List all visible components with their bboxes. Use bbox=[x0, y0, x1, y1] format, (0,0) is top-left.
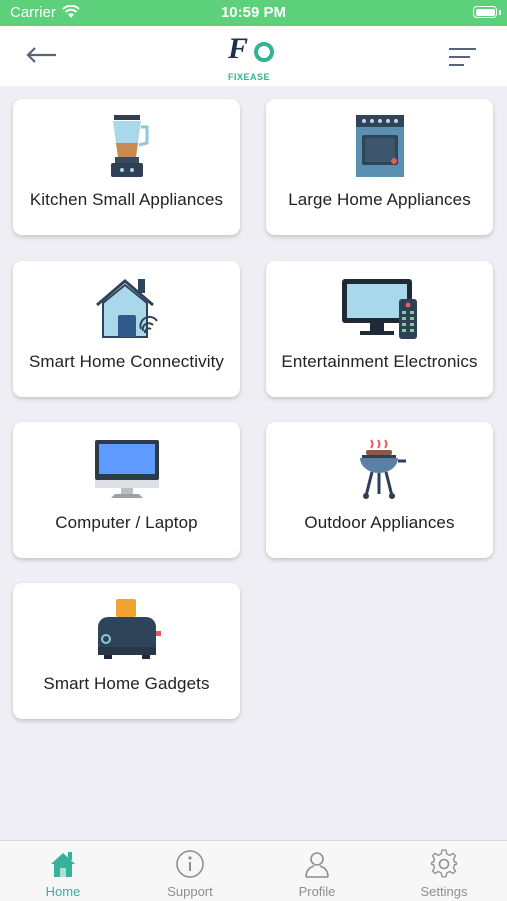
category-label: Smart Home Gadgets bbox=[43, 674, 210, 693]
app-logo: F FIXEASE bbox=[224, 32, 284, 82]
status-time: 10:59 PM bbox=[220, 4, 287, 21]
tab-settings[interactable]: Settings bbox=[381, 841, 507, 901]
category-label: Entertainment Electronics bbox=[281, 352, 478, 371]
nav-bar: F FIXEASE bbox=[0, 26, 507, 86]
status-bar: Carrier 10:59 PM bbox=[0, 0, 507, 26]
category-label: Outdoor Appliances bbox=[304, 513, 455, 532]
oven-icon bbox=[266, 113, 493, 179]
category-card-smart-home-gadgets[interactable]: Smart Home Gadgets bbox=[13, 583, 240, 719]
tv-remote-icon bbox=[266, 275, 493, 341]
logo-wordmark: FIXEASE bbox=[228, 72, 271, 82]
back-arrow-icon[interactable] bbox=[22, 40, 62, 70]
tab-label: Support bbox=[167, 884, 213, 899]
toaster-icon bbox=[13, 597, 240, 663]
category-card-computer-laptop[interactable]: Computer / Laptop bbox=[13, 422, 240, 558]
category-label: Computer / Laptop bbox=[55, 513, 198, 532]
menu-icon[interactable] bbox=[448, 46, 478, 68]
logo-ring bbox=[254, 42, 274, 62]
category-label: Kitchen Small Appliances bbox=[29, 190, 224, 209]
smart-home-icon bbox=[13, 275, 240, 341]
tab-home[interactable]: Home bbox=[0, 841, 126, 901]
monitor-icon bbox=[13, 436, 240, 502]
tab-label: Profile bbox=[298, 884, 336, 899]
category-label: Smart Home Connectivity bbox=[28, 352, 225, 371]
logo-mark: F bbox=[228, 32, 249, 65]
category-card-smart-home-connectivity[interactable]: Smart Home Connectivity bbox=[13, 261, 240, 397]
tab-label: Settings bbox=[420, 884, 468, 899]
person-icon bbox=[302, 849, 332, 879]
category-card-entertainment-electronics[interactable]: Entertainment Electronics bbox=[266, 261, 493, 397]
tab-bar: Home Support Profile Settings bbox=[0, 840, 507, 901]
tab-profile[interactable]: Profile bbox=[254, 841, 380, 901]
grill-icon bbox=[266, 436, 493, 502]
category-label: Large Home Appliances bbox=[288, 190, 471, 209]
home-icon bbox=[48, 849, 78, 879]
info-icon bbox=[175, 849, 205, 879]
category-card-kitchen-small-appliances[interactable]: Kitchen Small Appliances bbox=[13, 99, 240, 235]
blender-icon bbox=[13, 113, 240, 179]
category-card-outdoor-appliances[interactable]: Outdoor Appliances bbox=[266, 422, 493, 558]
tab-label: Home bbox=[45, 884, 81, 899]
gear-icon bbox=[429, 849, 459, 879]
category-card-large-home-appliances[interactable]: Large Home Appliances bbox=[266, 99, 493, 235]
battery-icon bbox=[473, 6, 497, 18]
tab-support[interactable]: Support bbox=[127, 841, 253, 901]
